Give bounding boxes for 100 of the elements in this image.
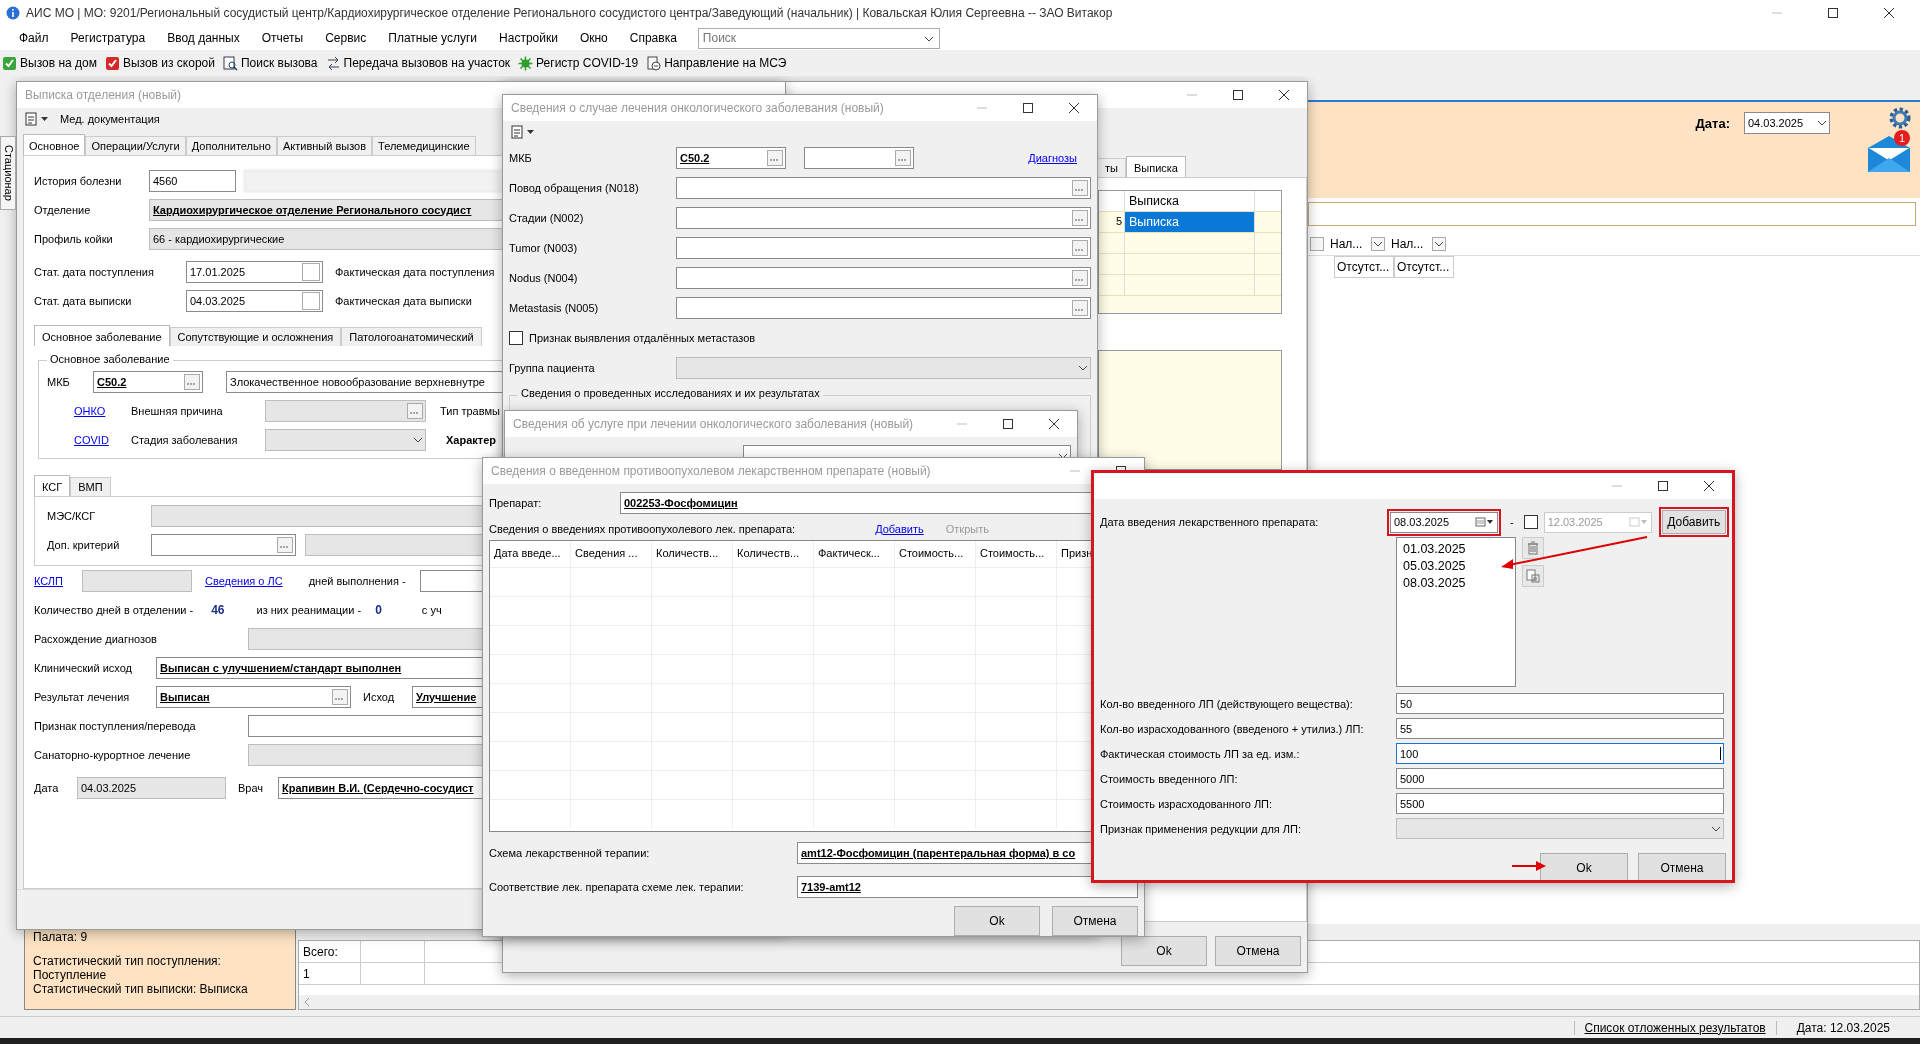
tab[interactable]: Основное bbox=[23, 134, 86, 155]
tab[interactable]: Основное заболевание bbox=[34, 325, 170, 346]
checkbox[interactable] bbox=[1523, 515, 1538, 529]
date-field[interactable]: 04.03.2025 bbox=[1744, 112, 1830, 134]
calendar-button[interactable] bbox=[302, 262, 320, 281]
close-icon[interactable] bbox=[1278, 89, 1290, 101]
list-item[interactable]: 05.03.2025 bbox=[1403, 559, 1466, 573]
calendar-button[interactable] bbox=[302, 291, 320, 310]
menu-item[interactable]: Окно bbox=[568, 31, 619, 45]
close-icon[interactable] bbox=[1703, 480, 1715, 492]
toolbar-button[interactable]: Поиск вызова bbox=[223, 55, 318, 71]
filter-button[interactable] bbox=[1432, 236, 1446, 251]
input-field[interactable]: C50.2 bbox=[676, 147, 786, 169]
menu-item[interactable]: Платные услуги bbox=[377, 31, 489, 45]
close-icon[interactable] bbox=[1883, 7, 1895, 19]
link[interactable]: ОНКО bbox=[74, 404, 131, 417]
document-icon[interactable] bbox=[25, 112, 37, 126]
input-field[interactable] bbox=[804, 147, 914, 169]
tab[interactable]: Сопутствующие и осложнения bbox=[169, 327, 342, 346]
input-field[interactable] bbox=[1396, 818, 1724, 839]
button[interactable]: Отмена bbox=[1638, 853, 1726, 880]
input-field[interactable]: 04.03.2025 bbox=[77, 776, 226, 799]
scrollbar[interactable] bbox=[299, 995, 1919, 1009]
input-field[interactable] bbox=[676, 267, 1091, 289]
tab[interactable]: ВМП bbox=[70, 477, 111, 496]
document-icon[interactable] bbox=[511, 125, 523, 139]
toolbar-button[interactable]: Направление на МСЭ bbox=[646, 55, 787, 71]
menu-item[interactable]: Файл bbox=[8, 31, 60, 45]
tab[interactable]: ты bbox=[1097, 158, 1126, 177]
browse-button[interactable] bbox=[895, 150, 911, 166]
maximize-icon[interactable] bbox=[1022, 102, 1034, 114]
tab[interactable]: КСГ bbox=[34, 475, 71, 496]
checkbox[interactable] bbox=[509, 331, 523, 345]
browse-button[interactable] bbox=[1072, 180, 1088, 196]
browse-button[interactable] bbox=[332, 688, 348, 705]
input-field[interactable]: 5000 bbox=[1396, 768, 1724, 789]
menu-item[interactable]: Сервис bbox=[314, 31, 378, 45]
envelope-icon[interactable] bbox=[1866, 134, 1912, 174]
input-field[interactable] bbox=[82, 569, 192, 592]
toolbar-button[interactable]: Регистр COVID-19 bbox=[518, 55, 639, 71]
link[interactable]: Сведения о ЛС bbox=[205, 574, 283, 587]
list-item[interactable]: 08.03.2025 bbox=[1403, 576, 1466, 590]
search-field[interactable]: Поиск bbox=[697, 27, 940, 49]
caret-icon[interactable] bbox=[527, 130, 534, 134]
input-field[interactable] bbox=[265, 428, 426, 451]
toolbar-button[interactable]: Вызов из скорой bbox=[104, 55, 215, 71]
input-field[interactable]: C50.2 bbox=[93, 370, 203, 393]
delete-all-button[interactable] bbox=[1522, 565, 1544, 587]
button[interactable]: Ok bbox=[954, 906, 1040, 936]
close-icon[interactable] bbox=[1068, 102, 1080, 114]
button[interactable]: Отмена bbox=[1052, 906, 1138, 936]
date-field[interactable]: 08.03.2025 bbox=[1390, 511, 1498, 533]
input-field[interactable]: 100 bbox=[1396, 743, 1724, 764]
menu-item[interactable]: Справка bbox=[618, 31, 688, 45]
input-field[interactable]: 5500 bbox=[1396, 793, 1724, 814]
tab[interactable]: Активный вызов bbox=[276, 136, 373, 155]
tab[interactable]: Дополнительно bbox=[185, 136, 277, 155]
input-field[interactable] bbox=[151, 533, 296, 556]
side-tab[interactable]: Стационар bbox=[0, 136, 16, 210]
input-field[interactable]: 4560 bbox=[149, 169, 236, 192]
input-field[interactable] bbox=[676, 177, 1091, 199]
maximize-icon[interactable] bbox=[1657, 480, 1669, 492]
maximize-icon[interactable] bbox=[1827, 7, 1839, 19]
toolbar-button[interactable]: Вызов на дом bbox=[2, 55, 97, 71]
settings-icon[interactable] bbox=[1888, 106, 1912, 130]
add-button[interactable]: Добавить bbox=[1661, 510, 1726, 534]
menu-item[interactable]: Отчеты bbox=[250, 31, 315, 45]
input-field[interactable]: 50 bbox=[1396, 693, 1724, 714]
browse-button[interactable] bbox=[1072, 270, 1088, 286]
tab[interactable]: Патологоанатомический bbox=[341, 327, 482, 346]
filter-field[interactable] bbox=[1308, 202, 1916, 226]
input-field[interactable] bbox=[676, 207, 1091, 229]
input-field[interactable]: 55 bbox=[1396, 718, 1724, 739]
scroll-left-icon[interactable] bbox=[303, 997, 311, 1007]
toolbar-button[interactable]: Передача вызовов на участок bbox=[325, 55, 511, 71]
link[interactable]: КСЛП bbox=[34, 574, 82, 587]
link[interactable]: COVID bbox=[74, 433, 131, 446]
maximize-icon[interactable] bbox=[1232, 89, 1244, 101]
input-field[interactable]: 7139-amt12 bbox=[797, 876, 1138, 898]
link[interactable]: Список отложенных результатов bbox=[1573, 1020, 1777, 1035]
filter-button[interactable] bbox=[1371, 236, 1385, 251]
input-field[interactable] bbox=[676, 237, 1091, 259]
tab[interactable]: Выписка bbox=[1125, 156, 1186, 177]
menu-item[interactable]: Настройки bbox=[488, 31, 569, 45]
button[interactable]: Ok bbox=[1121, 936, 1207, 966]
input-field[interactable]: Выписан bbox=[156, 685, 351, 708]
menu-item[interactable]: Регистратура bbox=[59, 31, 157, 45]
browse-button[interactable] bbox=[407, 402, 423, 419]
browse-button[interactable] bbox=[277, 536, 293, 553]
close-icon[interactable] bbox=[1048, 418, 1060, 430]
input-field[interactable]: 17.01.2025 bbox=[186, 260, 323, 283]
button[interactable]: Отмена bbox=[1215, 936, 1301, 966]
link[interactable]: Добавить bbox=[875, 523, 924, 535]
input-field[interactable] bbox=[676, 357, 1091, 379]
caret-icon[interactable] bbox=[41, 117, 48, 121]
list-item[interactable]: 01.03.2025 bbox=[1403, 542, 1466, 556]
link[interactable]: Диагнозы bbox=[1028, 152, 1077, 164]
browse-button[interactable] bbox=[1072, 300, 1088, 316]
tab[interactable]: Телемедицинские bbox=[372, 136, 476, 155]
input-field[interactable]: 04.03.2025 bbox=[186, 289, 323, 312]
